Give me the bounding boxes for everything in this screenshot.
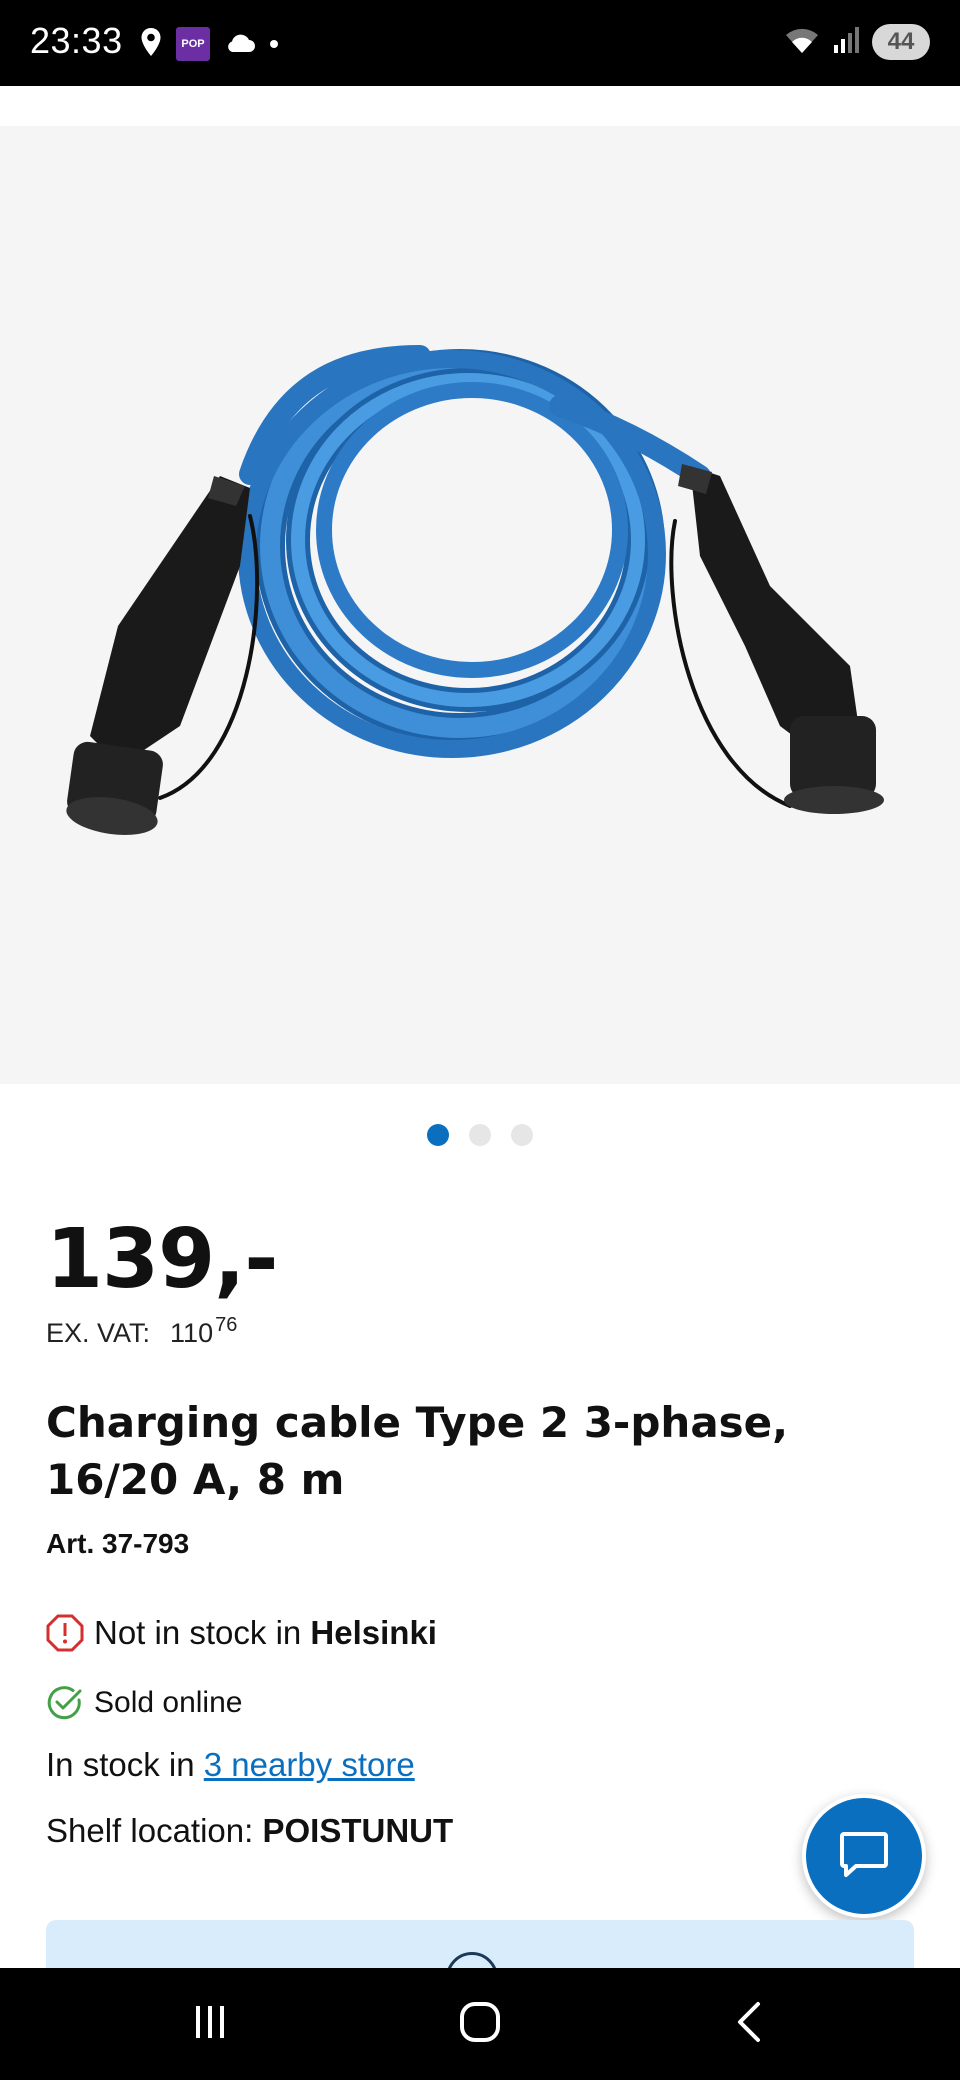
article-number: Art. 37-793	[46, 1528, 190, 1559]
carousel-dots	[0, 1124, 960, 1146]
status-right-icons: 44	[782, 24, 930, 60]
ex-vat-value: 110	[170, 1318, 214, 1348]
left-connector	[66, 476, 250, 835]
pop-app-icon: POP	[176, 27, 210, 61]
shelf-label: Shelf location:	[46, 1812, 254, 1849]
charging-cable-illustration	[66, 345, 884, 835]
in-stock-prefix: In stock in	[46, 1746, 195, 1783]
status-bar: 23:33 POP 44	[0, 0, 960, 86]
chat-bubble-icon	[836, 1826, 892, 1887]
recent-apps-icon	[190, 2002, 230, 2047]
price: 139,-	[46, 1212, 278, 1307]
alert-octagon-icon	[46, 1614, 84, 1652]
ex-vat-cents: 76	[215, 1314, 238, 1336]
back-button[interactable]	[720, 1996, 780, 2052]
carousel-dot-2[interactable]	[469, 1124, 491, 1146]
ex-vat-price: EX. VAT: 110 76	[46, 1314, 237, 1349]
shelf-value: POISTUNUT	[262, 1812, 454, 1849]
right-connector	[678, 464, 884, 814]
home-icon	[458, 2000, 502, 2049]
product-image[interactable]	[0, 126, 960, 1084]
ex-vat-label: EX. VAT:	[46, 1318, 151, 1348]
signal-icon	[832, 25, 862, 60]
status-time: 23:33	[30, 20, 123, 61]
header-gap	[0, 86, 960, 126]
check-circle-icon	[46, 1684, 84, 1722]
carousel-dot-3[interactable]	[511, 1124, 533, 1146]
battery-indicator: 44	[872, 24, 930, 60]
recent-apps-button[interactable]	[180, 1996, 240, 2052]
home-button[interactable]	[450, 1996, 510, 2052]
notification-dot-icon	[270, 40, 278, 48]
shelf-location: Shelf location: POISTUNUT	[46, 1812, 453, 1850]
nearby-store-link[interactable]: 3 nearby store	[204, 1746, 415, 1784]
chat-button[interactable]	[802, 1794, 926, 1918]
store-stock-status: Not in stock in Helsinki	[46, 1614, 437, 1652]
sold-online-text: Sold online	[94, 1686, 243, 1719]
wifi-icon	[782, 25, 822, 60]
location-pin-icon	[140, 27, 162, 62]
online-stock-status: Sold online	[46, 1684, 242, 1722]
carousel-dot-1[interactable]	[427, 1124, 449, 1146]
nearby-stock: In stock in 3 nearby store	[46, 1746, 415, 1784]
status-left-icons: POP	[140, 26, 278, 62]
product-title: Charging cable Type 2 3-phase, 16/20 A, …	[46, 1398, 789, 1504]
store-name: Helsinki	[310, 1614, 437, 1651]
not-in-stock-text: Not in stock in	[94, 1614, 302, 1651]
cloud-icon	[224, 31, 256, 58]
back-icon	[730, 2000, 770, 2049]
navigation-bar	[0, 1968, 960, 2080]
